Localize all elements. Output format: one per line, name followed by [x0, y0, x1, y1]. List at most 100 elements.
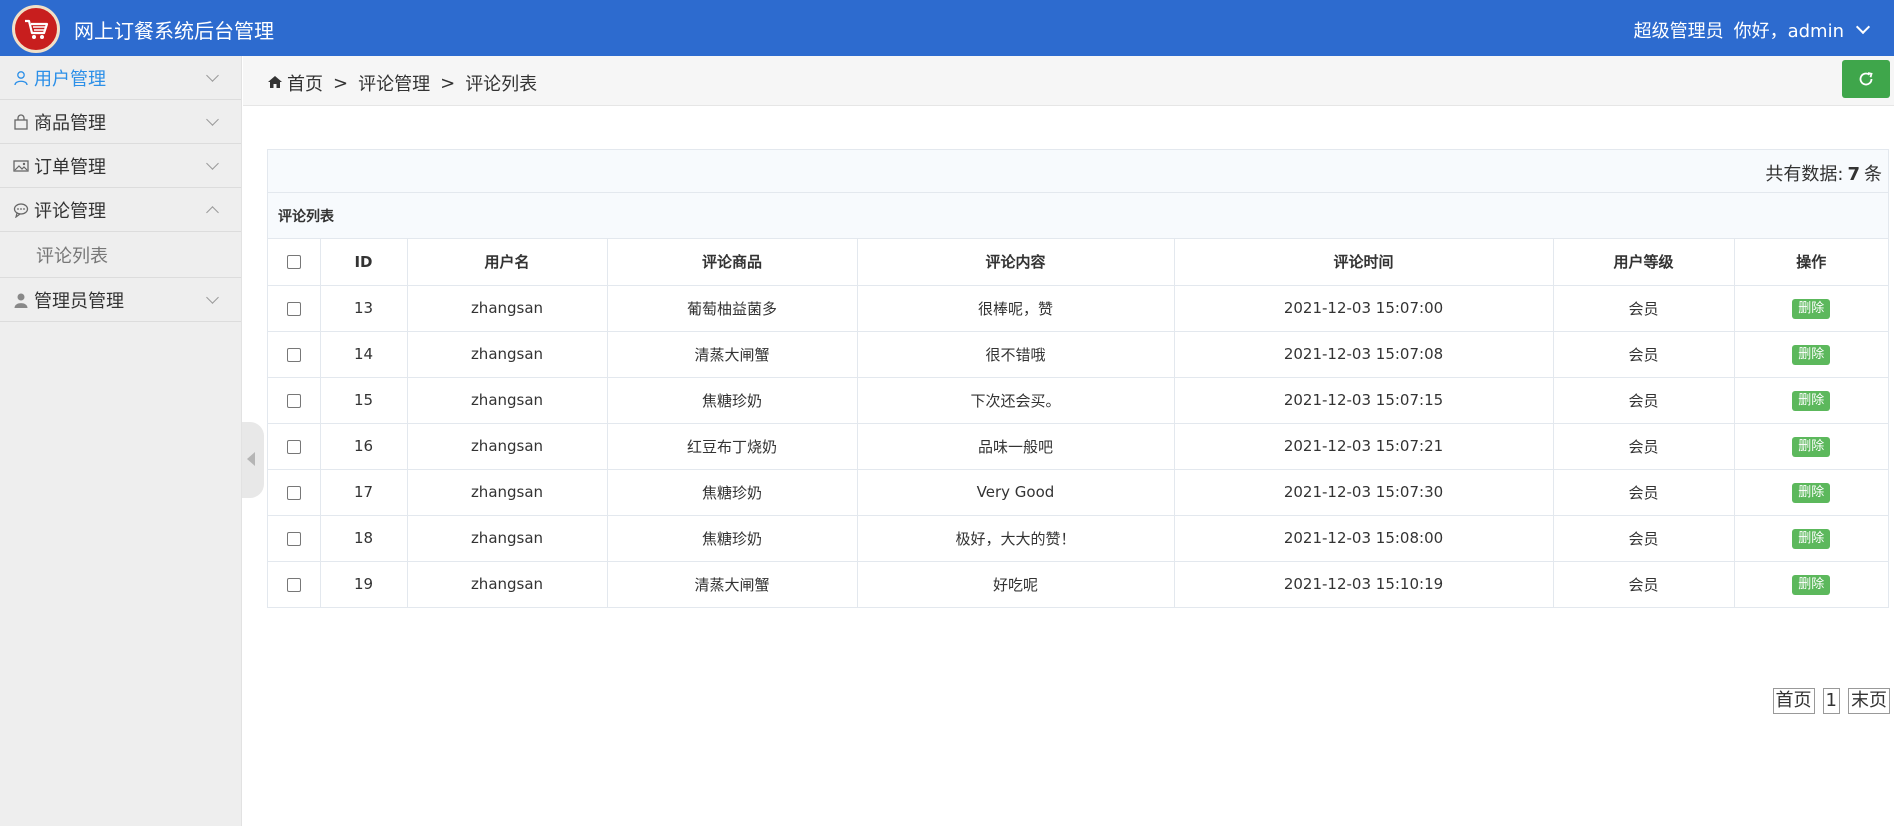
sidebar-item-comment-management[interactable]: 评论管理: [0, 188, 241, 232]
bag-icon: [12, 113, 30, 131]
cell-content: 好吃呢: [857, 561, 1175, 607]
sidebar-item-label: 评论管理: [34, 200, 106, 222]
row-checkbox[interactable]: [286, 577, 301, 592]
cell-product: 葡萄柚益菌多: [607, 285, 858, 332]
column-header-time[interactable]: 评论时间: [1174, 239, 1554, 286]
sidebar-item-label: 订单管理: [34, 156, 106, 178]
delete-button[interactable]: 删除: [1792, 436, 1831, 457]
cell-product: 焦糖珍奶: [607, 469, 858, 516]
select-all-cell: [268, 239, 321, 286]
column-header-product[interactable]: 评论商品: [607, 239, 858, 286]
cell-product: 红豆布丁烧奶: [607, 423, 858, 470]
refresh-button[interactable]: [1842, 60, 1890, 98]
cell-time: 2021-12-03 15:07:15: [1174, 377, 1554, 424]
comment-panel: 共有数据: 7 条 评论列表 ID 用户名 评论商品 评论内容 评论时间 用户等级 …: [267, 149, 1889, 608]
row-checkbox[interactable]: [286, 531, 301, 546]
sidebar-item-product-management[interactable]: 商品管理: [0, 100, 241, 144]
breadcrumb-comment-management[interactable]: 评论管理: [358, 70, 430, 96]
delete-button[interactable]: 删除: [1792, 390, 1831, 411]
sidebar: 用户管理 商品管理 订单管理 评论管理 评论列表 管理员管理: [0, 56, 242, 826]
column-header-username[interactable]: 用户名: [407, 239, 608, 286]
refresh-icon: [1859, 72, 1873, 86]
row-checkbox[interactable]: [286, 301, 301, 316]
sidebar-item-label: 管理员管理: [34, 290, 124, 312]
cell-level: 会员: [1553, 285, 1735, 332]
sidebar-item-order-management[interactable]: 订单管理: [0, 144, 241, 188]
delete-button[interactable]: 删除: [1792, 574, 1831, 595]
row-checkbox[interactable]: [286, 393, 301, 408]
table-row: 19 zhangsan 清蒸大闸蟹 好吃呢 2021-12-03 15:10:1…: [268, 561, 1888, 607]
column-header-action: 操作: [1734, 239, 1888, 286]
cell-content: 极好，大大的赞！: [857, 515, 1175, 562]
sidebar-subitem-comment-list[interactable]: 评论列表: [0, 232, 241, 278]
cell-username: zhangsan: [407, 469, 608, 516]
cart-logo-icon: [12, 5, 60, 53]
chevron-down-icon: [1855, 19, 1871, 35]
breadcrumb-separator: >: [440, 72, 456, 94]
cell-time: 2021-12-03 15:07:21: [1174, 423, 1554, 470]
delete-button[interactable]: 删除: [1792, 482, 1831, 503]
cell-time: 2021-12-03 15:07:00: [1174, 285, 1554, 332]
page-first-link[interactable]: 首页: [1772, 688, 1815, 714]
sidebar-item-user-management[interactable]: 用户管理: [0, 56, 241, 100]
cell-time: 2021-12-03 15:07:08: [1174, 331, 1554, 378]
breadcrumb-bar: 首页 > 评论管理 > 评论列表: [243, 56, 1894, 106]
record-count: 共有数据: 7 条: [1765, 160, 1882, 186]
cell-id: 19: [320, 561, 408, 607]
sidebar-item-label: 商品管理: [34, 112, 106, 134]
column-header-content[interactable]: 评论内容: [857, 239, 1175, 286]
row-checkbox[interactable]: [286, 347, 301, 362]
app-title: 网上订餐系统后台管理: [74, 19, 274, 43]
delete-button[interactable]: 删除: [1792, 298, 1831, 319]
breadcrumb-comment-list: 评论列表: [465, 74, 538, 95]
record-count-prefix: 共有数据:: [1765, 164, 1844, 185]
table-row: 18 zhangsan 焦糖珍奶 极好，大大的赞！ 2021-12-03 15:…: [268, 515, 1888, 562]
home-icon: [267, 73, 283, 94]
table-row: 13 zhangsan 葡萄柚益菌多 很棒呢，赞 2021-12-03 15:0…: [268, 285, 1888, 332]
row-checkbox[interactable]: [286, 439, 301, 454]
page-number-link[interactable]: 1: [1822, 688, 1840, 714]
cell-time: 2021-12-03 15:10:19: [1174, 561, 1554, 607]
user-role: 超级管理员: [1633, 21, 1724, 42]
chevron-left-icon: [247, 452, 255, 466]
chat-bubble-icon: [12, 201, 30, 219]
delete-button[interactable]: 删除: [1792, 344, 1831, 365]
cell-content: Very Good: [857, 469, 1175, 516]
record-count-value: 7: [1847, 164, 1860, 185]
table-title: 评论列表: [268, 193, 1888, 239]
comment-table: ID 用户名 评论商品 评论内容 评论时间 用户等级 操作 13 zhangsa…: [268, 239, 1888, 607]
column-header-level[interactable]: 用户等级: [1553, 239, 1735, 286]
chevron-down-icon: [206, 291, 219, 304]
sidebar-item-label: 用户管理: [34, 68, 106, 90]
cell-content: 下次还会买。: [857, 377, 1175, 424]
table-row: 16 zhangsan 红豆布丁烧奶 品味一般吧 2021-12-03 15:0…: [268, 423, 1888, 470]
table-row: 14 zhangsan 清蒸大闸蟹 很不错哦 2021-12-03 15:07:…: [268, 331, 1888, 378]
user-greeting: 你好，admin: [1733, 21, 1844, 42]
cell-id: 13: [320, 285, 408, 332]
chevron-down-icon: [206, 113, 219, 126]
sidebar-collapse-toggle[interactable]: [242, 422, 264, 498]
table-row: 17 zhangsan 焦糖珍奶 Very Good 2021-12-03 15…: [268, 469, 1888, 516]
user-outline-icon: [12, 69, 30, 87]
breadcrumb-home[interactable]: 首页: [287, 70, 323, 96]
sidebar-item-admin-management[interactable]: 管理员管理: [0, 278, 241, 322]
page-last-link[interactable]: 末页: [1848, 688, 1890, 714]
delete-button[interactable]: 删除: [1792, 528, 1831, 549]
cell-id: 18: [320, 515, 408, 562]
cell-username: zhangsan: [407, 285, 608, 332]
select-all-checkbox[interactable]: [286, 255, 301, 270]
breadcrumb-separator: >: [333, 72, 349, 94]
table-row: 15 zhangsan 焦糖珍奶 下次还会买。 2021-12-03 15:07…: [268, 377, 1888, 424]
breadcrumb: 首页 > 评论管理 > 评论列表: [267, 70, 537, 96]
chevron-up-icon: [206, 206, 219, 219]
cell-time: 2021-12-03 15:08:00: [1174, 515, 1554, 562]
cell-level: 会员: [1553, 515, 1735, 562]
cell-product: 清蒸大闸蟹: [607, 561, 858, 607]
user-menu[interactable]: 超级管理员 你好，admin: [1633, 17, 1871, 43]
column-header-id[interactable]: ID: [320, 239, 408, 286]
row-checkbox[interactable]: [286, 485, 301, 500]
cell-username: zhangsan: [407, 377, 608, 424]
record-count-suffix: 条: [1864, 164, 1882, 185]
cell-product: 焦糖珍奶: [607, 377, 858, 424]
table-header-row: ID 用户名 评论商品 评论内容 评论时间 用户等级 操作: [268, 239, 1888, 286]
